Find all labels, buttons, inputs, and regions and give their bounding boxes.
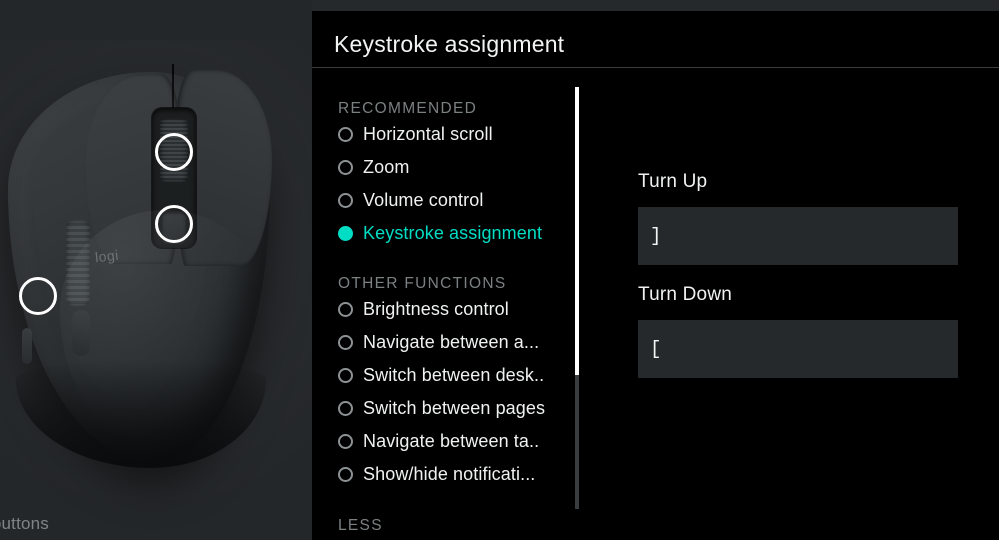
radio-icon-selected[interactable] [338,226,353,241]
scrollbar-thumb[interactable] [575,87,579,375]
collapse-list-button[interactable]: LESS [312,517,578,535]
function-item-switch-between-pages[interactable]: Switch between pages [312,392,578,425]
gesture-button-highlight-ring[interactable] [19,277,57,315]
radio-icon[interactable] [338,335,353,350]
radio-icon[interactable] [338,467,353,482]
panel-top-strip [312,0,999,11]
turn-up-label: Turn Up [638,171,708,192]
mouse-base-shadow [16,360,266,468]
radio-icon[interactable] [338,127,353,142]
function-item-label: Switch between desk.. [363,365,545,385]
function-list: RECOMMENDED Horizontal scroll Zoom Volum… [312,69,578,540]
logi-logo: logi [94,246,120,266]
mouse-gesture-button [22,328,32,364]
function-item-label: Keystroke assignment [363,223,543,243]
device-preview-pane: logi t buttons [0,0,312,540]
function-item-navigate-between-tabs[interactable]: Navigate between ta.. [312,425,578,458]
radio-icon[interactable] [338,160,353,175]
turn-down-input[interactable] [638,320,958,378]
function-item-label: Navigate between a... [363,332,540,352]
settings-panel: Keystroke assignment RECOMMENDED Horizon… [312,0,999,540]
radio-icon[interactable] [338,302,353,317]
middle-button-highlight-ring[interactable] [155,205,193,243]
mouse-illustration: logi [0,60,312,480]
function-item-label: Volume control [363,190,484,210]
group-label-recommended: RECOMMENDED [338,100,478,117]
device-caption-text: t buttons [0,514,50,533]
function-item-zoom[interactable]: Zoom [312,151,578,184]
function-item-volume-control[interactable]: Volume control [312,184,578,217]
function-item-show-hide-notifications[interactable]: Show/hide notificati... [312,458,578,491]
keystroke-assignment-window: logi t buttons Keystroke assignment RECO… [0,0,999,540]
radio-icon[interactable] [338,368,353,383]
function-item-keystroke-assignment[interactable]: Keystroke assignment [312,217,578,250]
function-item-label: Navigate between ta.. [363,431,540,451]
function-item-label: Switch between pages [363,398,546,418]
function-item-label: Show/hide notificati... [363,464,536,484]
function-item-label: Horizontal scroll [363,124,493,144]
function-item-horizontal-scroll[interactable]: Horizontal scroll [312,118,578,151]
function-list-scrollbar[interactable] [575,87,579,509]
panel-body: RECOMMENDED Horizontal scroll Zoom Volum… [312,69,999,540]
group-label-other-functions: OTHER FUNCTIONS [338,275,507,292]
turn-down-label: Turn Down [638,284,733,305]
page-title: Keystroke assignment [334,31,565,57]
radio-icon[interactable] [338,193,353,208]
function-item-brightness-control[interactable]: Brightness control [312,293,578,326]
panel-header: Keystroke assignment [312,11,999,68]
scroll-wheel-highlight-ring[interactable] [155,133,193,171]
radio-icon[interactable] [338,401,353,416]
function-item-switch-between-desktops[interactable]: Switch between desk.. [312,359,578,392]
turn-up-field-block: Turn Up [638,171,958,265]
function-item-label: Zoom [363,157,410,177]
keystroke-detail-pane: Turn Up Turn Down [602,69,999,540]
function-item-label: Brightness control [363,299,509,319]
turn-down-field-block: Turn Down [638,284,958,378]
function-item-navigate-between-applications[interactable]: Navigate between a... [312,326,578,359]
radio-icon[interactable] [338,434,353,449]
turn-up-input[interactable] [638,207,958,265]
